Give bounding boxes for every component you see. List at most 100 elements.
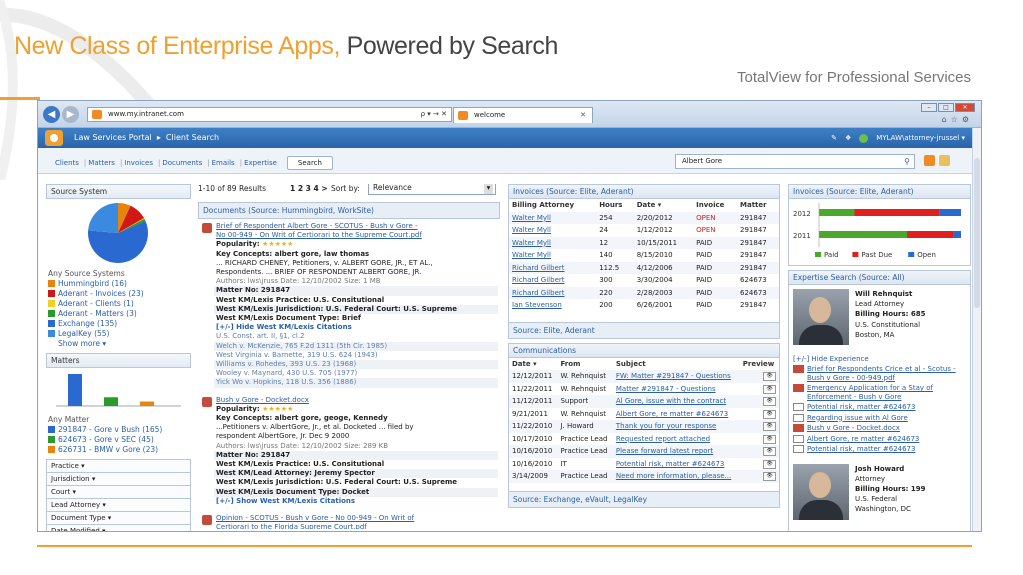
- comm-row[interactable]: 11/22/2011 W. Rehnquist Matter #291847 - Q…: [509, 383, 779, 396]
- expert-name[interactable]: Will Rehnquist: [855, 289, 925, 299]
- facet-dropdown[interactable]: Date Modified ▾: [46, 525, 191, 531]
- citations-toggle[interactable]: [+/-] Show West KM/Lexis Citations: [216, 497, 498, 506]
- invoice-column-header[interactable]: Matter: [737, 199, 779, 212]
- comm-preview[interactable]: 👁: [739, 395, 779, 408]
- nav-link-emails[interactable]: Emails: [212, 159, 235, 167]
- invoice-row[interactable]: Ian Stevenson 200 6/26/2001 PAID 291847: [509, 299, 779, 312]
- experience-item[interactable]: Emergency Application for a Stay of Enfo…: [789, 384, 970, 401]
- comm-row[interactable]: 11/22/2010 J. Howard Thank you for your re…: [509, 420, 779, 433]
- matter-bar[interactable]: [104, 397, 118, 406]
- experience-link[interactable]: Regarding issue with Al Gore: [807, 414, 908, 422]
- comm-preview[interactable]: 👁: [740, 458, 779, 471]
- comm-column-header[interactable]: Date ▾: [509, 358, 557, 371]
- forward-button[interactable]: ▶: [62, 106, 79, 123]
- experience-item[interactable]: Bush v Gore - Docket.docx: [789, 424, 970, 433]
- comm-preview[interactable]: 👁: [740, 383, 779, 396]
- experience-item[interactable]: Albert Gore, re matter #624673: [789, 434, 970, 444]
- scrollbar-thumb[interactable]: [974, 158, 980, 308]
- any-matter-label[interactable]: Any Matter: [48, 415, 191, 425]
- comm-preview[interactable]: 👁: [740, 433, 779, 446]
- matter-number[interactable]: Matter No: 291847: [214, 286, 498, 296]
- citation[interactable]: Williams v. Rohedes, 393 U.S. 23 (1968): [214, 360, 498, 370]
- invoice-cell[interactable]: Walter Myll: [509, 224, 596, 237]
- nav-link-expertise[interactable]: Expertise: [244, 159, 277, 167]
- invoice-cell[interactable]: Walter Myll: [509, 249, 596, 262]
- comm-subject[interactable]: Requested report attached: [613, 433, 740, 446]
- invoice-row[interactable]: Walter Myll 24 1/12/2012 OPEN 291847: [509, 224, 779, 237]
- comm-column-header[interactable]: From: [557, 358, 612, 371]
- matter-legend-item[interactable]: 626731 - BMW v Gore (23): [48, 445, 191, 455]
- matter-number[interactable]: Matter No: 291847: [214, 450, 498, 461]
- invoice-row[interactable]: Walter Myll 12 10/15/2011 PAID 291847: [509, 236, 779, 249]
- search-icon[interactable]: ⚲: [904, 155, 910, 168]
- pie-slice[interactable]: [88, 203, 118, 233]
- invoice-cell[interactable]: Ian Stevenson: [509, 299, 596, 312]
- citation[interactable]: West Virginia v. Barnette, 319 U.S. 624 …: [216, 351, 498, 360]
- invoice-row[interactable]: Walter Myll 254 2/20/2012 OPEN 291847: [509, 211, 779, 224]
- comm-subject[interactable]: FW: Matter #291847 - Questions: [612, 370, 740, 383]
- comm-subject[interactable]: Thank you for your response: [612, 420, 740, 433]
- invoice-column-header[interactable]: Hours: [596, 199, 634, 212]
- tab-close-icon[interactable]: ✕: [580, 108, 586, 123]
- home-star-gear-icons[interactable]: ⌂☆⚙: [942, 115, 973, 124]
- experience-item[interactable]: Potential risk, matter #624673: [789, 403, 970, 412]
- search-input[interactable]: Albert Gore ⚲: [675, 154, 915, 169]
- comm-row[interactable]: 10/16/2010 Practice Lead Please forward la…: [509, 445, 779, 458]
- document-title-line[interactable]: Brief of Respondent Albert Gore - SCOTUS…: [216, 222, 418, 230]
- document-title-line[interactable]: Opinion - SCOTUS - Bush v Gore - No 00-9…: [216, 514, 414, 522]
- comm-row[interactable]: 10/17/2010 Practice Lead Requested report …: [509, 433, 779, 446]
- preview-icon[interactable]: 👁: [763, 422, 776, 432]
- attorney-link[interactable]: Walter Myll: [512, 226, 551, 234]
- preview-icon[interactable]: 👁: [763, 472, 776, 482]
- invoice-column-header[interactable]: Billing Attorney: [509, 199, 596, 212]
- chart-bar-segment[interactable]: [939, 209, 961, 216]
- show-more-link[interactable]: Show more ▾: [48, 339, 191, 349]
- expert-card[interactable]: Will Rehnquist Lead Attorney Billing Hours…: [789, 285, 970, 353]
- comm-row[interactable]: 3/14/2009 Practice Lead Need more informat…: [509, 470, 779, 483]
- nav-tab-search[interactable]: Search: [286, 156, 333, 170]
- expert-name[interactable]: Josh Howard: [855, 464, 925, 474]
- attorney-link[interactable]: Richard Gilbert: [512, 264, 565, 272]
- citation[interactable]: Wooley v. Maynard, 430 U.S. 705 (1977): [216, 369, 498, 378]
- comm-subject[interactable]: Albert Gore, re matter #624673: [613, 408, 740, 421]
- minimize-button[interactable]: –: [921, 103, 937, 112]
- experience-link[interactable]: Brief for Respondents Crice et al - Scot…: [807, 365, 956, 382]
- chart-bar-segment[interactable]: [854, 209, 940, 216]
- browser-tab[interactable]: welcome ✕: [453, 107, 593, 123]
- address-controls[interactable]: ρ ▾ → ✕: [421, 108, 447, 121]
- pagination[interactable]: 1 2 3 4 >: [290, 184, 328, 193]
- nav-link-invoices[interactable]: Invoices: [124, 159, 153, 167]
- comm-subject[interactable]: Need more information, please...: [612, 470, 740, 483]
- tag-icon[interactable]: ❖: [845, 128, 851, 148]
- preview-icon[interactable]: 👁: [763, 459, 776, 469]
- nav-link-clients[interactable]: Clients: [55, 159, 79, 167]
- invoice-column-header[interactable]: Date ▾: [634, 199, 693, 212]
- nav-link-documents[interactable]: Documents: [162, 159, 202, 167]
- preview-icon[interactable]: 👁: [763, 372, 776, 382]
- comm-preview[interactable]: 👁: [740, 408, 779, 421]
- comm-subject-link[interactable]: FW: Matter #291847 - Questions: [616, 372, 731, 380]
- preview-icon[interactable]: 👁: [763, 397, 776, 407]
- sort-select[interactable]: Relevance: [368, 184, 496, 195]
- chart-bar-segment[interactable]: [819, 209, 855, 216]
- invoice-row[interactable]: Richard Gilbert 112.5 4/12/2006 PAID 291847: [509, 261, 779, 274]
- user-menu[interactable]: MYLAW\attorney-jrussel ▾: [876, 128, 965, 148]
- matter-bar[interactable]: [68, 374, 82, 406]
- comm-subject-link[interactable]: Potential risk, matter #624673: [616, 460, 724, 468]
- experience-link[interactable]: Emergency Application for a Stay of Enfo…: [807, 384, 933, 401]
- matter-legend-item[interactable]: 624673 - Gore v SEC (45): [48, 435, 191, 445]
- comm-preview[interactable]: 👁: [739, 370, 779, 383]
- document-title-line[interactable]: Certiorari to the Florida Supreme Court.…: [216, 523, 367, 529]
- citation[interactable]: Yick Wo v. Hopkins, 118 U.S. 356 (1886): [214, 378, 498, 388]
- source-legend-item[interactable]: Aderant - Matters (3): [48, 309, 191, 319]
- comm-column-header[interactable]: Subject: [613, 358, 740, 371]
- invoice-cell[interactable]: Richard Gilbert: [509, 261, 597, 274]
- citation[interactable]: Welch v. McKenzie, 765 F.2d 1311 (5th Ci…: [214, 341, 498, 351]
- invoice-row[interactable]: Richard Gilbert 300 3/30/2004 PAID 624673: [509, 274, 779, 287]
- comm-subject-link[interactable]: Requested report attached: [616, 435, 710, 443]
- document-title-line[interactable]: No 00-949 - On Writ of Certiorari to the…: [216, 231, 422, 239]
- chart-bar-segment[interactable]: [953, 231, 961, 238]
- document-title[interactable]: Opinion - SCOTUS - Bush v Gore - No 00-9…: [216, 514, 498, 529]
- matter-legend-item[interactable]: 291847 - Gore v Bush (165): [48, 425, 191, 435]
- comm-subject[interactable]: Potential risk, matter #624673: [613, 458, 740, 471]
